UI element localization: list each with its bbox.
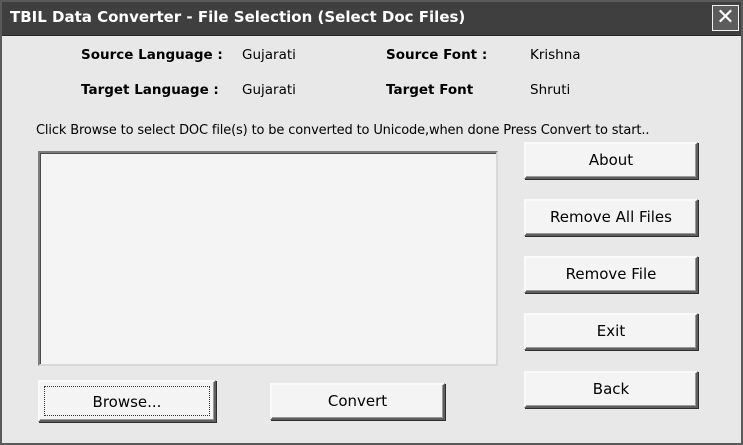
instructions-text: Click Browse to select DOC file(s) to be… [36, 123, 650, 138]
title-bar[interactable]: TBIL Data Converter - File Selection (Se… [2, 2, 741, 36]
remove-file-button[interactable]: Remove File [524, 256, 698, 293]
exit-button[interactable]: Exit [524, 313, 698, 350]
back-button[interactable]: Back [524, 371, 698, 408]
browse-button-label: Browse... [44, 386, 210, 416]
source-font-label: Source Font : [386, 47, 488, 63]
source-language-value: Gujarati [242, 47, 296, 63]
about-button[interactable]: About [524, 142, 698, 179]
window-title: TBIL Data Converter - File Selection (Se… [10, 8, 466, 26]
target-language-label: Target Language : [81, 82, 219, 98]
target-font-value: Shruti [530, 82, 571, 98]
file-selection-window: TBIL Data Converter - File Selection (Se… [0, 0, 743, 445]
source-font-value: Krishna [530, 47, 581, 63]
source-language-label: Source Language : [81, 47, 223, 63]
remove-all-files-button[interactable]: Remove All Files [524, 199, 698, 236]
target-language-value: Gujarati [242, 82, 296, 98]
convert-button[interactable]: Convert [270, 383, 445, 420]
file-list[interactable] [38, 151, 498, 366]
target-font-label: Target Font [386, 82, 474, 98]
close-button[interactable]: ✕ [712, 5, 739, 31]
close-icon: ✕ [716, 5, 735, 30]
browse-button[interactable]: Browse... [38, 380, 216, 422]
